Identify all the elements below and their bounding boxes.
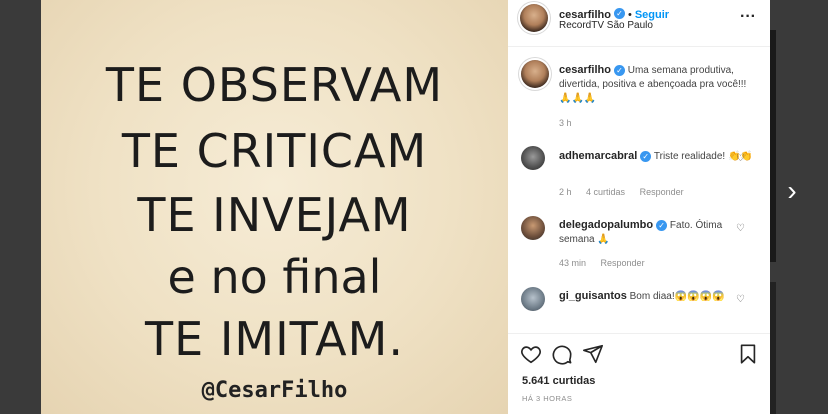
avatar[interactable]: [521, 216, 545, 240]
caption-username[interactable]: cesarfilho: [559, 64, 611, 76]
avatar[interactable]: [520, 4, 548, 32]
comment-likes[interactable]: 4 curtidas: [586, 187, 625, 197]
verified-badge-icon: ✓: [640, 150, 652, 162]
comment-username[interactable]: delegadopalumbo: [559, 219, 653, 231]
image-text-line-3: TE INVEJAM: [137, 188, 412, 242]
comment-text: delegadopalumbo ✓ Fato. Ótima semana 🙏: [559, 218, 759, 247]
verified-badge-icon: ✓: [613, 8, 625, 20]
comment-time[interactable]: 2 h: [559, 187, 572, 197]
comment-time[interactable]: 43 min: [559, 258, 586, 268]
next-post-arrow-icon[interactable]: ›: [781, 176, 803, 206]
next-post-preview-lower: [770, 282, 776, 414]
caption: cesarfilho ✓ Uma semana produtiva, divert…: [521, 60, 756, 130]
image-text-line-1: TE OBSERVAM: [105, 58, 444, 112]
comment-text: adhemarcabral ✓ Triste realidade! 👏👏: [559, 149, 759, 164]
image-text-line-2: TE CRITICAM: [121, 124, 428, 178]
post-timestamp[interactable]: HÁ 3 HORAS: [522, 394, 572, 403]
comment-meta: 43 min Responder: [559, 258, 657, 268]
comment-username[interactable]: gi_guisantos: [559, 290, 627, 302]
likes-count[interactable]: 5.641 curtidas: [522, 375, 595, 387]
comment-item: delegadopalumbo ✓ Fato. Ótima semana 🙏 43…: [521, 216, 756, 276]
reply-button[interactable]: Responder: [640, 187, 684, 197]
like-heart-icon[interactable]: [520, 343, 542, 365]
caption-text: cesarfilho ✓ Uma semana produtiva, divert…: [559, 63, 759, 106]
caption-time[interactable]: 3 h: [559, 118, 572, 128]
avatar[interactable]: [521, 287, 545, 311]
heart-icon[interactable]: ♡: [736, 154, 746, 164]
avatar[interactable]: [521, 60, 549, 88]
heart-icon[interactable]: ♡: [736, 224, 746, 234]
comment-icon[interactable]: [551, 343, 573, 365]
action-bar: [508, 333, 770, 374]
verified-badge-icon: ✓: [613, 64, 625, 76]
save-bookmark-icon[interactable]: [737, 343, 759, 365]
image-signature: @CesarFilho: [201, 378, 348, 403]
verified-badge-icon: ✓: [656, 219, 668, 231]
comment-item: adhemarcabral ✓ Triste realidade! 👏👏 2 h …: [521, 146, 756, 206]
comment-item: gi_guisantos Bom diaa!😱😱😱😱 ♡: [521, 287, 756, 327]
comment-username[interactable]: adhemarcabral: [559, 150, 637, 162]
heart-icon[interactable]: ♡: [736, 295, 746, 305]
share-icon[interactable]: [582, 343, 604, 365]
post-image[interactable]: TE OBSERVAM TE CRITICAM TE INVEJAM e no …: [41, 0, 508, 414]
next-post-preview: [770, 30, 776, 262]
comment-body: Bom diaa!😱😱😱😱: [629, 291, 725, 302]
ellipsis-icon[interactable]: ···: [740, 8, 756, 26]
image-text-line-5: TE IMITAM.: [145, 312, 404, 366]
avatar[interactable]: [521, 146, 545, 170]
reply-button[interactable]: Responder: [601, 258, 645, 268]
comment-meta: 2 h 4 curtidas Responder: [559, 187, 696, 197]
post-header: cesarfilho ✓ • Seguir RecordTV São Paulo ··…: [508, 0, 770, 47]
post-side-panel: cesarfilho ✓ • Seguir RecordTV São Paulo ··…: [508, 0, 770, 414]
caption-meta: 3 h: [559, 118, 584, 128]
location-link[interactable]: RecordTV São Paulo: [559, 20, 653, 31]
comment-text: gi_guisantos Bom diaa!😱😱😱😱: [559, 289, 759, 304]
image-text-line-4: e no final: [167, 250, 382, 304]
